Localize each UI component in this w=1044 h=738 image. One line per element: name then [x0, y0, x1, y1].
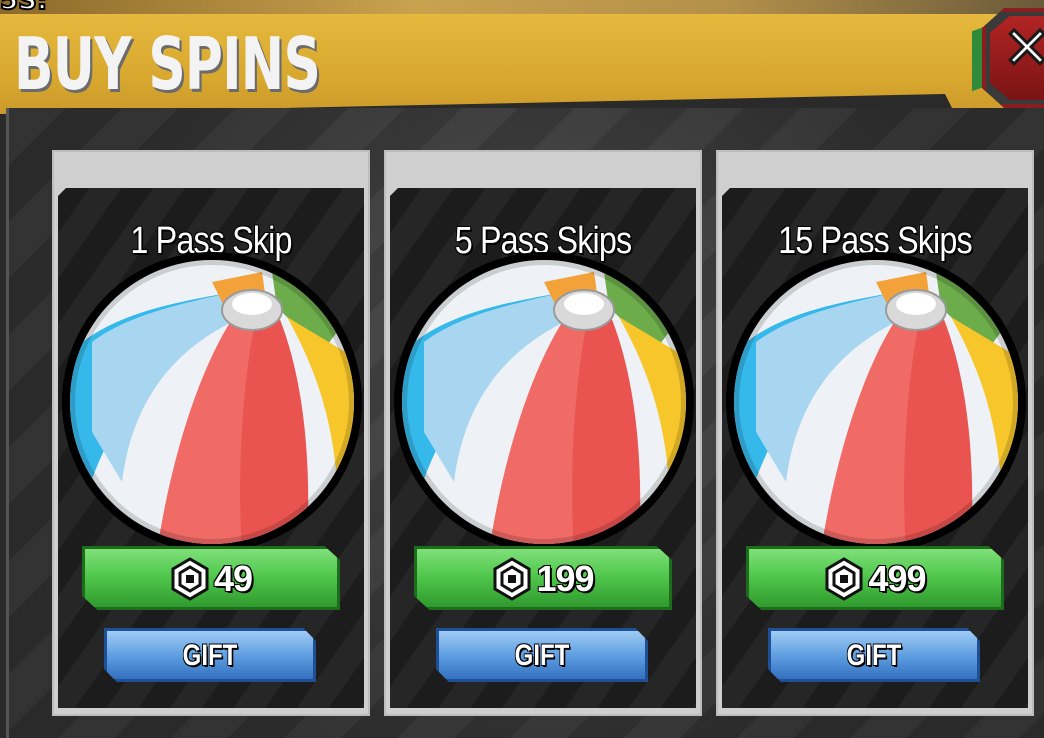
price-label: 49	[213, 558, 253, 599]
spin-offer-card: 1 Pass Skip 49 GIFT	[52, 150, 370, 716]
close-icon: ✕	[1001, 14, 1044, 82]
gift-button[interactable]: GIFT	[436, 628, 648, 682]
gift-button[interactable]: GIFT	[768, 628, 980, 682]
gift-label: GIFT	[846, 639, 902, 672]
gift-label: GIFT	[182, 639, 238, 672]
dialog-title: BUY SPINS	[14, 22, 321, 106]
spin-offer-card: 5 Pass Skips 199 GIFT	[384, 150, 702, 716]
robux-icon	[824, 557, 864, 601]
beach-ball-icon	[726, 252, 1026, 552]
beach-ball-icon	[62, 252, 362, 552]
price-label: 199	[536, 558, 594, 599]
beach-ball-icon	[394, 252, 694, 552]
buy-button[interactable]: 49	[82, 546, 340, 610]
robux-icon	[492, 557, 532, 601]
spin-offer-card: 15 Pass Skips 499 GIFT	[716, 150, 1034, 716]
price-label: 499	[868, 558, 926, 599]
close-button[interactable]: ✕	[972, 4, 1044, 116]
background-partial-text: 5S:	[0, 0, 48, 17]
robux-icon	[170, 557, 210, 601]
gift-label: GIFT	[514, 639, 570, 672]
buy-button[interactable]: 199	[414, 546, 672, 610]
gift-button[interactable]: GIFT	[104, 628, 316, 682]
buy-button[interactable]: 499	[746, 546, 1004, 610]
